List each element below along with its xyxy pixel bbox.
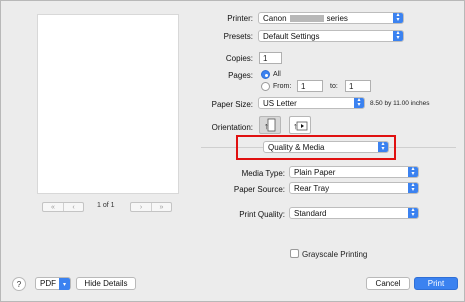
orientation-landscape-button[interactable]: ↑ xyxy=(289,116,311,134)
copies-label: Copies: xyxy=(225,54,253,63)
chevron-updown-icon: ▴ ▾ xyxy=(408,166,418,177)
presets-value: Default Settings xyxy=(263,31,320,41)
paper-size-value: US Letter xyxy=(263,98,297,108)
pages-to-field[interactable]: 1 xyxy=(345,80,371,92)
print-quality-label: Print Quality: xyxy=(239,210,285,219)
landscape-orientation-icon: ↑ xyxy=(293,121,308,131)
media-type-label: Media Type: xyxy=(241,169,285,178)
chevron-updown-icon: ▴ ▾ xyxy=(393,30,403,41)
help-icon: ? xyxy=(16,279,22,289)
pdf-menu-button[interactable]: PDF ▾ xyxy=(35,277,71,290)
portrait-orientation-icon: ↑ xyxy=(264,118,276,132)
svg-text:↑: ↑ xyxy=(293,121,298,131)
pages-label: Pages: xyxy=(228,71,253,80)
print-dialog: « ‹ 1 of 1 › » Printer: Canon series ▴ ▾ … xyxy=(0,0,465,302)
paper-size-dimensions: 8.50 by 11.00 inches xyxy=(370,100,430,107)
copies-field[interactable]: 1 xyxy=(259,52,282,64)
pdf-label: PDF xyxy=(40,279,56,288)
print-label: Print xyxy=(427,279,445,288)
chevron-updown-icon: ▴ ▾ xyxy=(354,97,364,108)
printer-label: Printer: xyxy=(227,14,253,23)
media-type-value: Plain Paper xyxy=(294,167,336,177)
highlight-box xyxy=(236,135,396,160)
page-count: 1 of 1 xyxy=(97,202,115,209)
orientation-portrait-button[interactable]: ↑ xyxy=(259,116,281,134)
paper-source-value: Rear Tray xyxy=(294,183,330,193)
first-page-button[interactable]: « xyxy=(43,203,63,211)
print-quality-value: Standard xyxy=(294,208,327,218)
hide-details-label: Hide Details xyxy=(84,279,128,288)
last-page-button[interactable]: » xyxy=(151,203,171,211)
help-button[interactable]: ? xyxy=(12,277,26,291)
paper-size-label: Paper Size: xyxy=(211,100,253,109)
cancel-button[interactable]: Cancel xyxy=(366,277,410,290)
chevron-down-icon: ▾ xyxy=(59,278,70,290)
presets-label: Presets: xyxy=(223,32,253,41)
chevron-updown-icon: ▴ ▾ xyxy=(393,12,403,23)
paper-source-label: Paper Source: xyxy=(233,185,285,194)
print-quality-popup[interactable]: Standard ▴ ▾ xyxy=(289,207,419,219)
pages-to-label: to: xyxy=(330,83,338,90)
pages-all-label: All xyxy=(273,71,281,78)
printer-popup[interactable]: Canon series ▴ ▾ xyxy=(258,12,404,24)
chevron-updown-icon: ▴ ▾ xyxy=(408,207,418,218)
next-page-button[interactable]: › xyxy=(131,203,151,211)
paper-source-popup[interactable]: Rear Tray ▴ ▾ xyxy=(289,182,419,194)
chevron-updown-icon: ▴ ▾ xyxy=(408,182,418,193)
cancel-label: Cancel xyxy=(375,279,401,288)
previous-page-button[interactable]: ‹ xyxy=(63,203,83,211)
grayscale-label: Grayscale Printing xyxy=(302,250,368,259)
page-preview xyxy=(37,14,179,194)
orientation-label: Orientation: xyxy=(211,123,253,132)
print-button[interactable]: Print xyxy=(414,277,458,290)
paper-size-popup[interactable]: US Letter ▴ ▾ xyxy=(258,97,365,109)
pager-back-group: « ‹ xyxy=(42,202,84,212)
pages-from-field[interactable]: 1 xyxy=(297,80,323,92)
pager-forward-group: › » xyxy=(130,202,172,212)
printer-name-suffix: series xyxy=(326,13,348,23)
svg-text:↑: ↑ xyxy=(264,121,269,131)
hide-details-button[interactable]: Hide Details xyxy=(76,277,136,290)
pages-from-label: From: xyxy=(273,83,292,90)
media-type-popup[interactable]: Plain Paper ▴ ▾ xyxy=(289,166,419,178)
pages-range-radio[interactable] xyxy=(261,82,270,91)
grayscale-checkbox[interactable] xyxy=(290,249,299,258)
printer-name-prefix: Canon xyxy=(263,13,287,23)
presets-popup[interactable]: Default Settings ▴ ▾ xyxy=(258,30,404,42)
pages-all-radio[interactable] xyxy=(261,70,270,79)
printer-model-redacted xyxy=(289,14,324,22)
